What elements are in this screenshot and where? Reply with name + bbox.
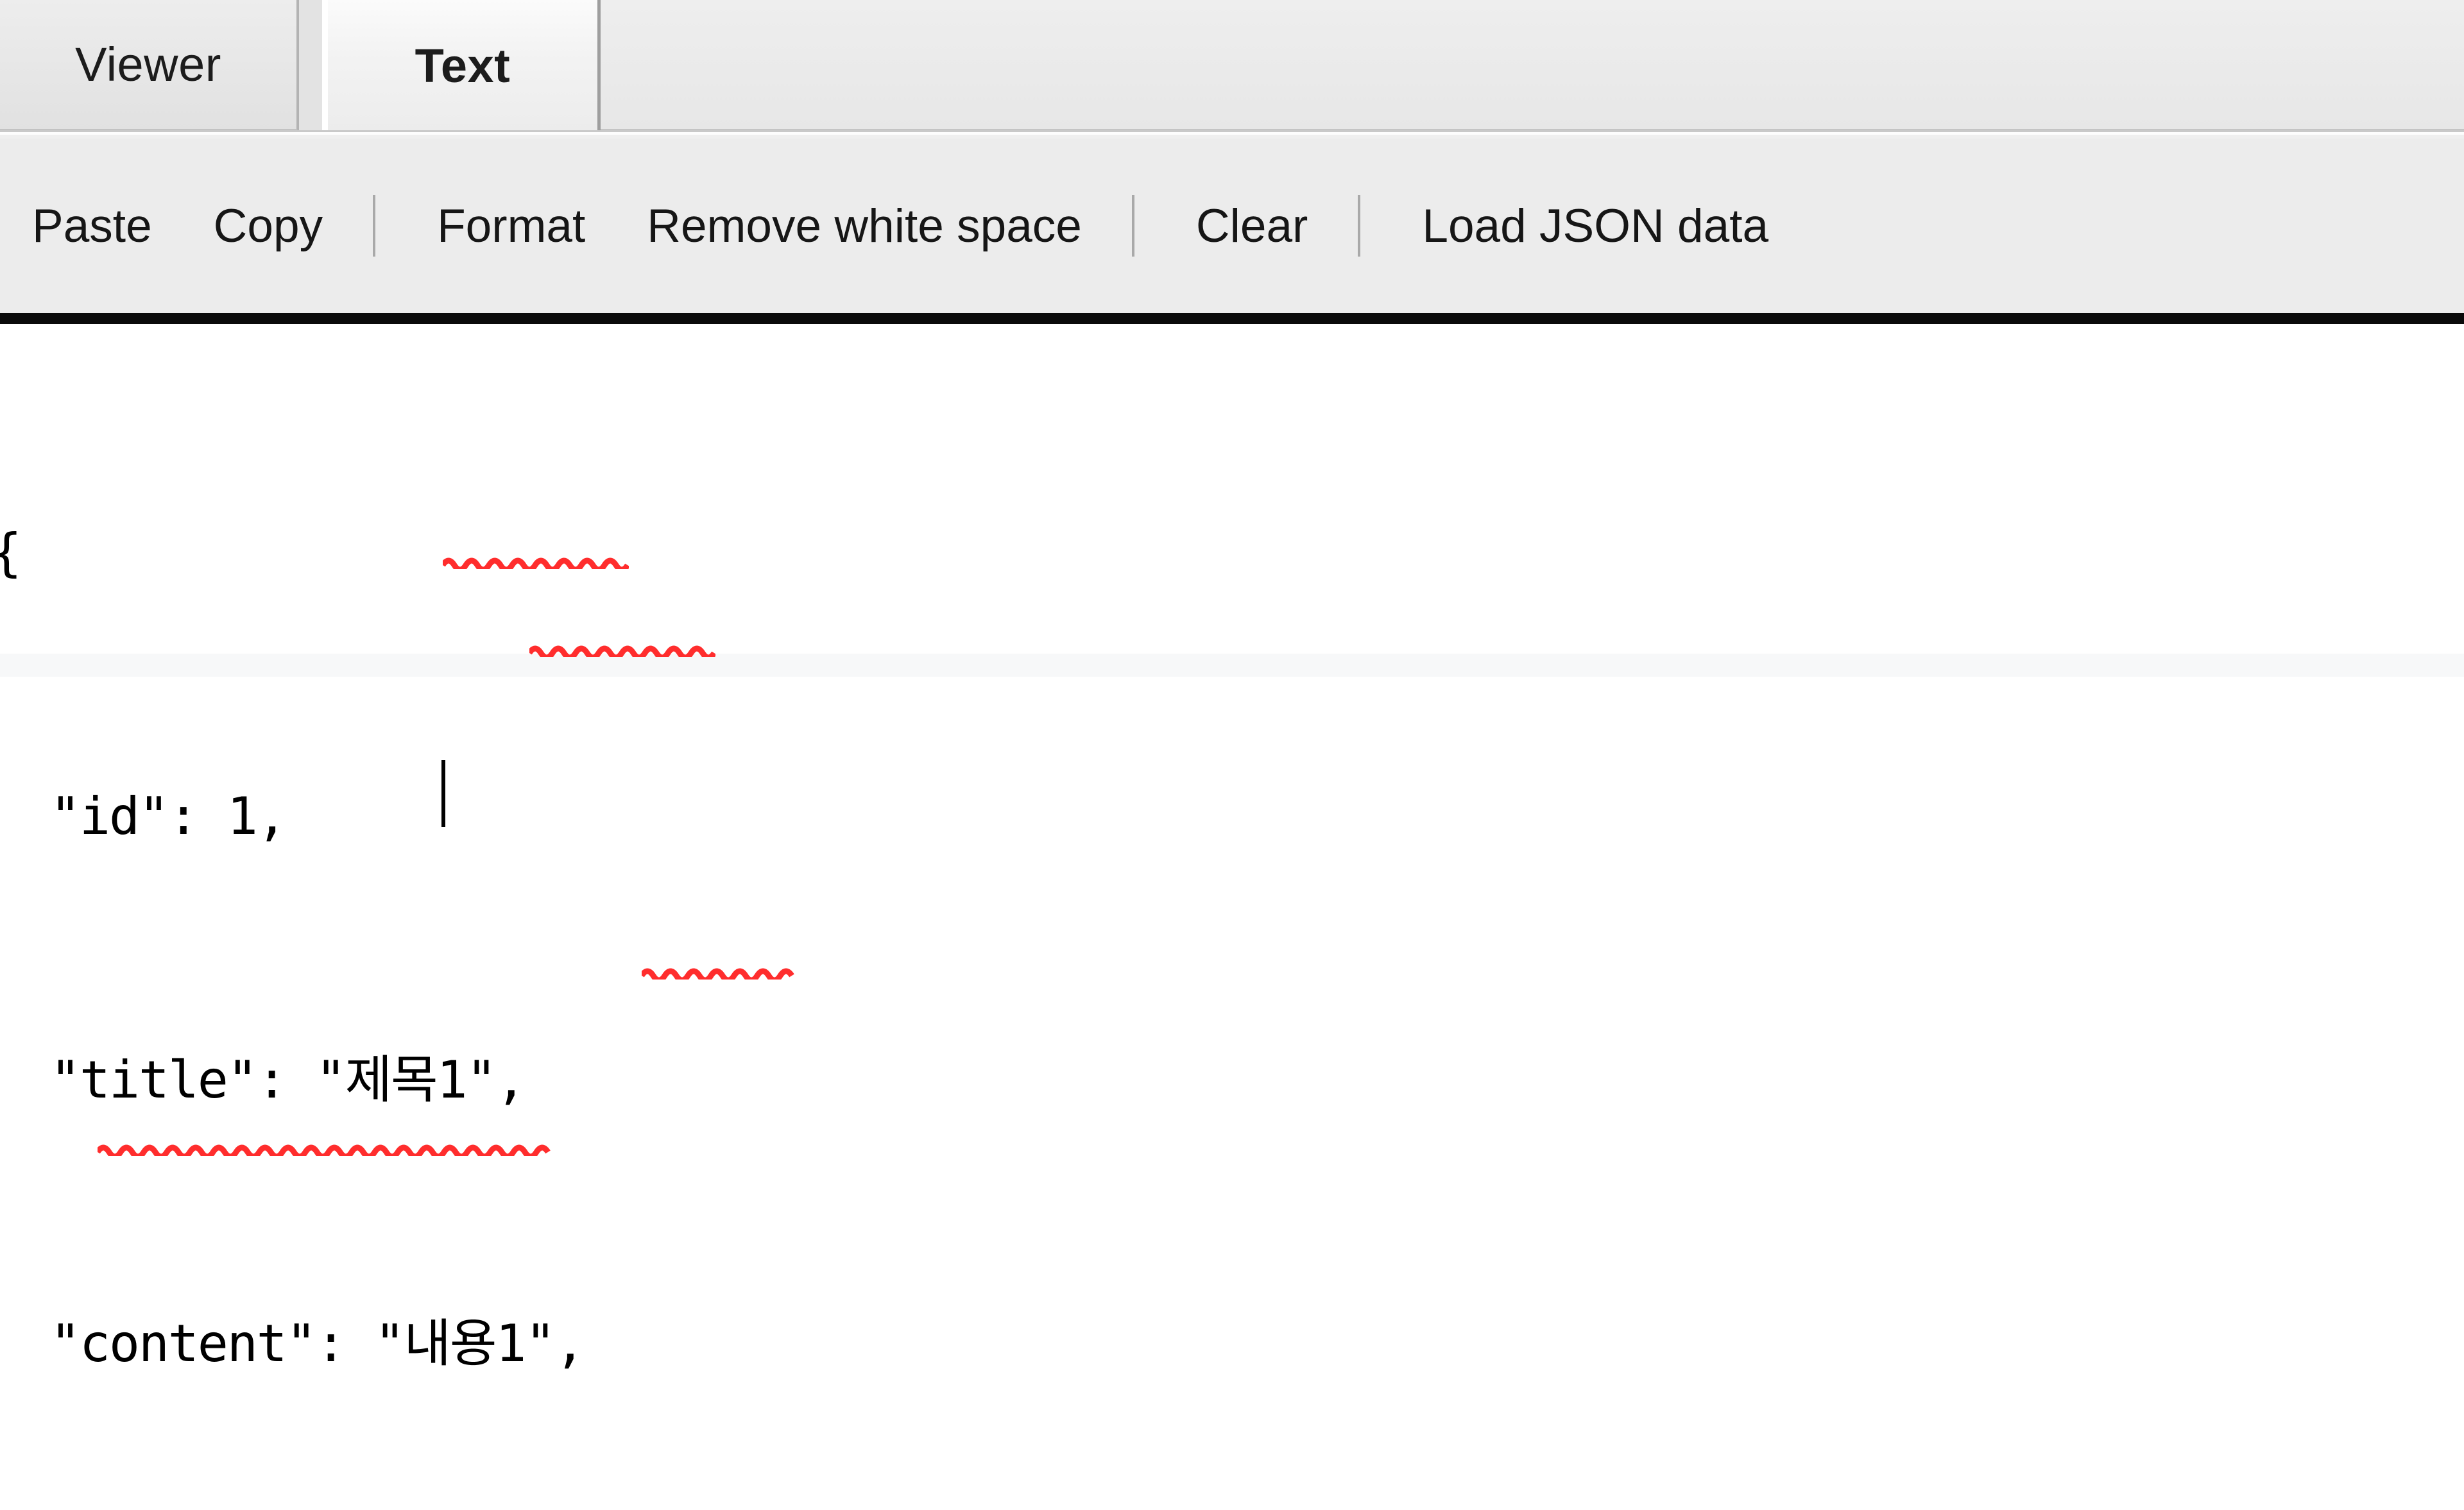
tab-viewer-label: Viewer bbox=[75, 38, 221, 91]
toolbar-separator-1 bbox=[373, 195, 376, 257]
tab-strip-underline-highlight bbox=[0, 132, 2464, 135]
tab-viewer[interactable]: Viewer bbox=[0, 0, 299, 131]
editor-line-text: "content": "내용1", bbox=[0, 1314, 585, 1373]
spellcheck-underline-content bbox=[529, 643, 715, 657]
paste-button[interactable]: Paste bbox=[32, 199, 152, 253]
remove-white-space-button[interactable]: Remove white space bbox=[647, 199, 1082, 253]
format-button[interactable]: Format bbox=[437, 199, 585, 253]
spellcheck-underline-isboardowner bbox=[98, 1142, 558, 1156]
text-cursor bbox=[441, 760, 445, 827]
toolbar: Paste Copy Format Remove white space Cle… bbox=[0, 139, 2464, 313]
tab-strip: Viewer Text bbox=[0, 0, 2464, 139]
editor-line: "content": "내용1", bbox=[0, 1300, 669, 1387]
copy-button[interactable]: Copy bbox=[214, 199, 323, 253]
toolbar-separator-2 bbox=[1131, 195, 1134, 257]
editor-line: "title": "제목1", bbox=[0, 1036, 669, 1124]
editor-line-text: "id": 1, bbox=[0, 786, 287, 846]
editor-line-text: { bbox=[0, 523, 22, 582]
tab-text-label: Text bbox=[415, 39, 511, 92]
json-text-editor[interactable]: { "id": 1, "title": "제목1", "content": "내… bbox=[0, 324, 2464, 1510]
editor-line: { bbox=[0, 509, 669, 597]
spellcheck-underline-title bbox=[443, 555, 629, 569]
editor-line-text: "title": "제목1", bbox=[0, 1050, 527, 1110]
load-json-data-button[interactable]: Load JSON data bbox=[1422, 199, 1768, 253]
clear-button[interactable]: Clear bbox=[1196, 199, 1308, 253]
editor-line: "id": 1, bbox=[0, 772, 669, 860]
tab-strip-filler bbox=[601, 0, 2464, 131]
tab-text[interactable]: Text bbox=[325, 0, 601, 131]
toolbar-bottom-border bbox=[0, 313, 2464, 324]
editor-content[interactable]: { "id": 1, "title": "제목1", "content": "내… bbox=[0, 333, 669, 1510]
spellcheck-underline-username-value bbox=[642, 965, 801, 980]
toolbar-separator-3 bbox=[1358, 195, 1361, 257]
tab-divider bbox=[299, 0, 325, 134]
